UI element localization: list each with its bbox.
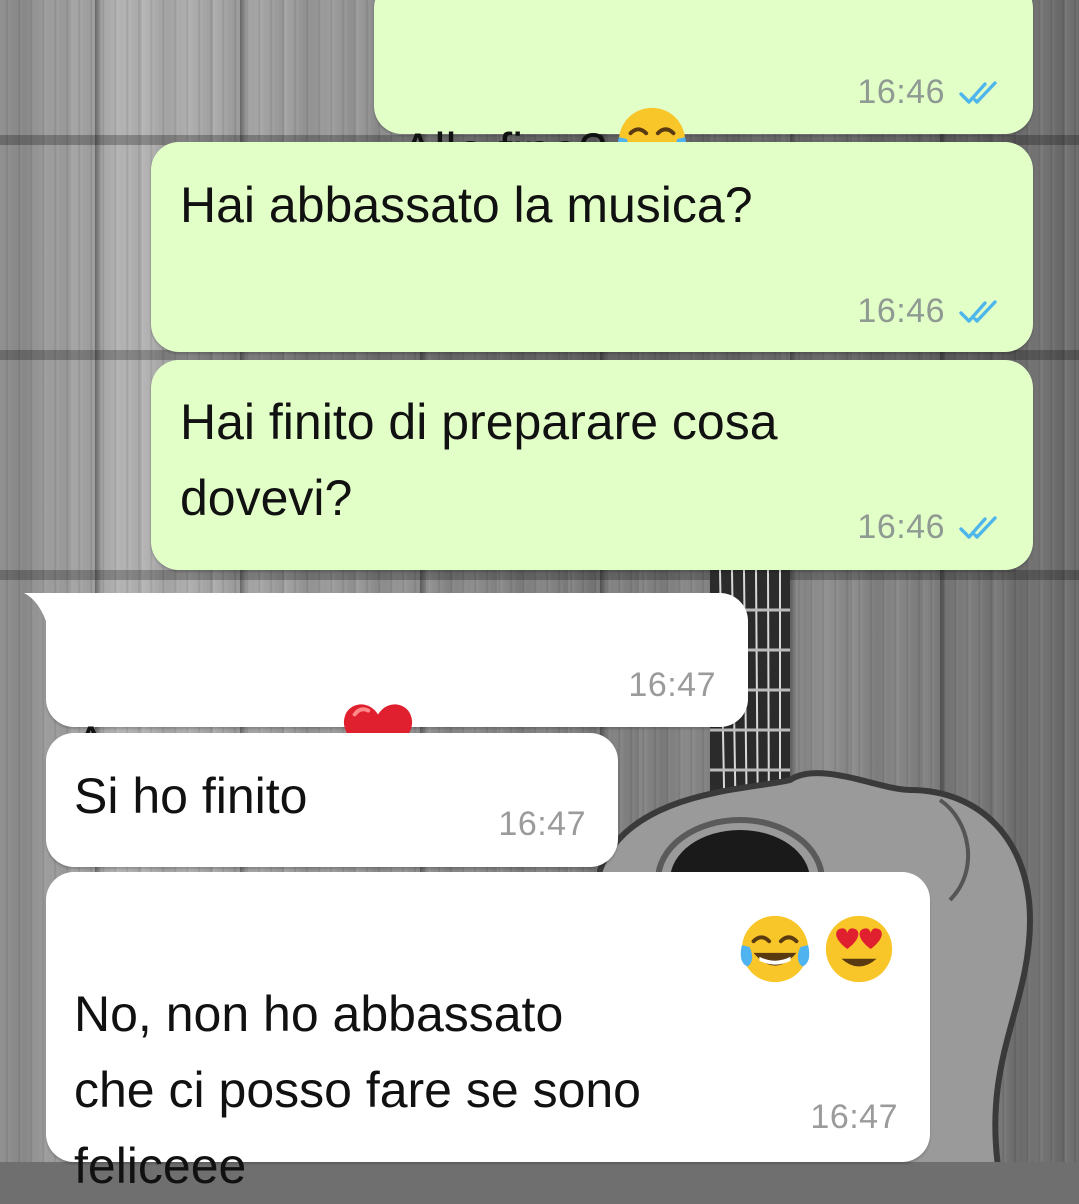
message-time: 16:47 (810, 1098, 898, 1136)
message-outgoing[interactable]: Hai abbassato la musica? 16:46 (151, 142, 1033, 352)
message-time: 16:46 (857, 73, 945, 111)
read-double-check-icon (959, 299, 997, 323)
message-text: Hai finito di preparare cosa dovevi? (180, 394, 778, 526)
heart-eyes-emoji-icon (825, 915, 893, 983)
message-time: 16:47 (628, 666, 716, 704)
message-text: No, non ho abbassato che ci posso fare s… (74, 986, 641, 1194)
message-time: 16:46 (857, 292, 945, 330)
read-double-check-icon (959, 80, 997, 104)
message-list[interactable]: Alla fine? 16:46 Hai abbassato la musica… (0, 0, 1079, 1194)
message-outgoing[interactable]: Alla fine? 16:46 (374, 0, 1033, 179)
message-time: 16:46 (857, 508, 945, 546)
bubble-tail (24, 593, 64, 627)
message-outgoing[interactable]: Hai finito di preparare cosa dovevi? 16:… (151, 360, 1033, 570)
message-incoming[interactable]: No, non ho abbassato che ci posso fare s… (46, 872, 930, 1194)
read-double-check-icon (959, 515, 997, 539)
message-text: Hai abbassato la musica? (180, 177, 753, 233)
tears-of-joy-emoji-icon (740, 915, 810, 983)
message-text: Si ho finito (74, 768, 308, 824)
message-emojis (736, 910, 898, 988)
message-incoming[interactable]: Si ho finito 16:47 (46, 733, 618, 867)
message-time: 16:47 (498, 805, 586, 843)
message-incoming[interactable]: Amoooreee 16:47 (24, 593, 748, 772)
